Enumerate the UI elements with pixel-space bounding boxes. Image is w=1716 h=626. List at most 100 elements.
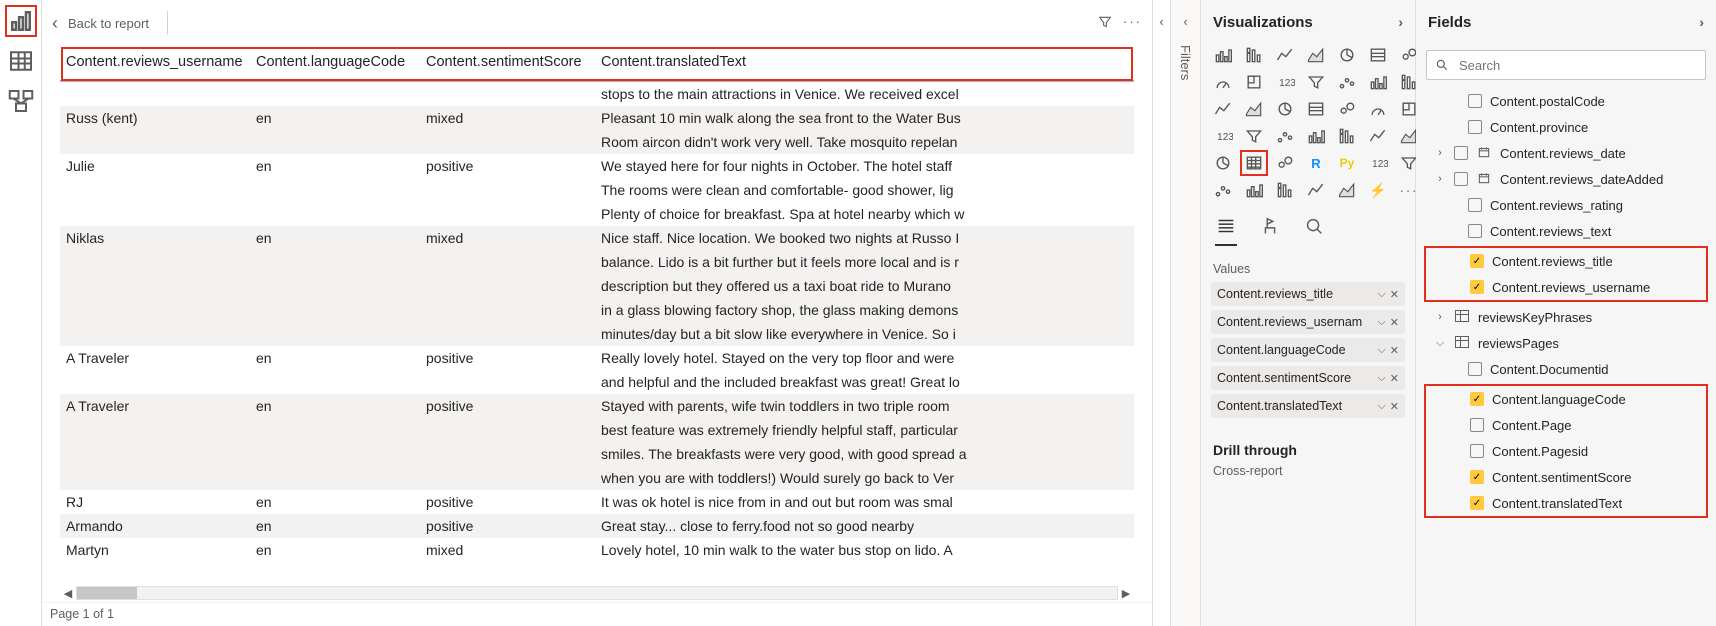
viz-type-icon[interactable] <box>1304 179 1328 201</box>
filter-icon[interactable] <box>1097 14 1113 33</box>
panel-collapse-handle[interactable]: ‹ <box>1153 0 1171 626</box>
viz-type-icon[interactable] <box>1273 125 1297 147</box>
remove-icon[interactable]: ✕ <box>1390 316 1399 329</box>
viz-type-icon[interactable] <box>1335 44 1359 66</box>
viz-type-icon[interactable]: R <box>1304 152 1328 174</box>
viz-type-icon[interactable] <box>1211 152 1235 174</box>
field-row[interactable]: ›reviewsKeyPhrases <box>1422 304 1710 330</box>
chevron-down-icon[interactable]: ⌵ <box>1377 400 1385 413</box>
field-checkbox[interactable]: ✓ <box>1470 496 1484 510</box>
remove-icon[interactable]: ✕ <box>1390 372 1399 385</box>
viz-type-icon[interactable] <box>1335 125 1359 147</box>
table-row[interactable]: in a glass blowing factory shop, the gla… <box>60 298 1134 322</box>
format-tab-icon[interactable] <box>1259 215 1281 246</box>
remove-icon[interactable]: ✕ <box>1390 344 1399 357</box>
remove-icon[interactable]: ✕ <box>1390 400 1399 413</box>
field-well-item[interactable]: Content.reviews_title⌵✕ <box>1211 282 1405 306</box>
viz-type-icon[interactable] <box>1335 98 1359 120</box>
field-well-item[interactable]: Content.translatedText⌵✕ <box>1211 394 1405 418</box>
field-checkbox[interactable] <box>1470 444 1484 458</box>
viz-type-icon[interactable] <box>1335 179 1359 201</box>
field-row[interactable]: ⌵reviewsPages <box>1422 330 1710 356</box>
field-checkbox[interactable] <box>1468 224 1482 238</box>
chevron-down-icon[interactable]: ⌵ <box>1377 316 1385 329</box>
viz-type-icon[interactable] <box>1211 44 1235 66</box>
table-row[interactable]: A TravelerenpositiveReally lovely hotel.… <box>60 346 1134 370</box>
table-row[interactable]: Room aircon didn't work very well. Take … <box>60 130 1134 154</box>
field-checkbox[interactable] <box>1454 146 1468 160</box>
table-row[interactable]: mRJenpositiveIt was ok hotel is nice fro… <box>60 490 1134 514</box>
filters-pane-collapsed[interactable]: ‹ Filters <box>1171 0 1201 626</box>
field-row[interactable]: ›Content.reviews_date <box>1422 140 1710 166</box>
field-well-item[interactable]: Content.sentimentScore⌵✕ <box>1211 366 1405 390</box>
field-checkbox[interactable]: ✓ <box>1470 254 1484 268</box>
viz-type-icon[interactable] <box>1366 98 1390 120</box>
report-view-button[interactable] <box>6 6 36 36</box>
col-header-sentiment[interactable]: Content.sentimentScore <box>426 54 601 70</box>
search-input[interactable] <box>1457 57 1697 74</box>
table-row[interactable]: JulieenpositiveWe stayed here for four n… <box>60 154 1134 178</box>
field-checkbox[interactable] <box>1470 418 1484 432</box>
fields-tab-icon[interactable] <box>1215 215 1237 246</box>
col-header-translated[interactable]: Content.translatedText <box>601 54 1128 70</box>
chevron-right-icon[interactable]: › <box>1699 14 1704 30</box>
viz-type-icon[interactable]: 123 <box>1366 152 1390 174</box>
viz-type-icon[interactable] <box>1304 125 1328 147</box>
viz-type-icon[interactable]: 123 <box>1273 71 1297 93</box>
viz-type-icon[interactable]: Py <box>1335 152 1359 174</box>
horizontal-scrollbar[interactable]: ◀ ▶ <box>60 584 1134 602</box>
field-row[interactable]: ✓Content.reviews_title <box>1424 248 1708 274</box>
viz-type-icon[interactable] <box>1211 179 1235 201</box>
back-to-report-button[interactable]: ‹ Back to report <box>52 13 149 34</box>
field-checkbox[interactable]: ✓ <box>1470 280 1484 294</box>
viz-type-icon[interactable] <box>1211 71 1235 93</box>
table-row[interactable]: smiles. The breakfasts were very good, w… <box>60 442 1134 466</box>
field-row[interactable]: ✓Content.sentimentScore <box>1424 464 1708 490</box>
field-checkbox[interactable]: ✓ <box>1470 392 1484 406</box>
table-row[interactable]: when you are with toddlers!) Would surel… <box>60 466 1134 490</box>
viz-type-icon[interactable] <box>1366 44 1390 66</box>
table-row[interactable]: Russ (kent)enmixedPleasant 10 min walk a… <box>60 106 1134 130</box>
viz-type-icon[interactable] <box>1335 71 1359 93</box>
viz-type-icon[interactable] <box>1273 98 1297 120</box>
field-row[interactable]: Content.postalCode <box>1422 88 1710 114</box>
viz-type-icon[interactable]: 123 <box>1211 125 1235 147</box>
viz-type-icon[interactable] <box>1273 152 1297 174</box>
table-row[interactable]: The rooms were clean and comfortable- go… <box>60 178 1134 202</box>
data-view-button[interactable] <box>6 46 36 76</box>
table-row[interactable]: stops to the main attractions in Venice.… <box>60 82 1134 106</box>
expand-icon[interactable]: ⌵ <box>1434 337 1446 350</box>
col-header-username[interactable]: Content.reviews_username <box>66 54 256 70</box>
viz-type-icon[interactable] <box>1242 44 1266 66</box>
expand-icon[interactable]: › <box>1434 311 1446 323</box>
viz-type-icon[interactable] <box>1242 71 1266 93</box>
chevron-down-icon[interactable]: ⌵ <box>1377 344 1385 357</box>
viz-type-icon[interactable] <box>1304 71 1328 93</box>
field-row[interactable]: ✓Content.translatedText <box>1424 490 1708 516</box>
table-row[interactable]: Plenty of choice for breakfast. Spa at h… <box>60 202 1134 226</box>
field-row[interactable]: Content.Pagesid <box>1424 438 1708 464</box>
table-row[interactable]: balance. Lido is a bit further but it fe… <box>60 250 1134 274</box>
expand-icon[interactable]: › <box>1434 147 1446 159</box>
table-row[interactable]: description but they offered us a taxi b… <box>60 274 1134 298</box>
viz-type-icon[interactable] <box>1304 98 1328 120</box>
field-checkbox[interactable] <box>1468 198 1482 212</box>
viz-type-icon[interactable] <box>1366 125 1390 147</box>
table-row[interactable]: and helpful and the included breakfast w… <box>60 370 1134 394</box>
viz-type-icon[interactable] <box>1242 152 1266 174</box>
viz-type-icon[interactable] <box>1211 98 1235 120</box>
remove-icon[interactable]: ✕ <box>1390 288 1399 301</box>
field-row[interactable]: Content.Documentid <box>1422 356 1710 382</box>
field-row[interactable]: ✓Content.languageCode <box>1424 386 1708 412</box>
field-checkbox[interactable] <box>1468 94 1482 108</box>
table-row[interactable]: MartynenmixedLovely hotel, 10 min walk t… <box>60 538 1134 562</box>
viz-type-icon[interactable] <box>1242 125 1266 147</box>
table-row[interactable]: ArmandoenpositiveGreat stay... close to … <box>60 514 1134 538</box>
chevron-down-icon[interactable]: ⌵ <box>1377 288 1385 301</box>
field-well-item[interactable]: Content.reviews_usernam⌵✕ <box>1211 310 1405 334</box>
field-row[interactable]: ✓Content.reviews_username <box>1424 274 1708 300</box>
viz-type-icon[interactable] <box>1273 179 1297 201</box>
field-checkbox[interactable] <box>1468 362 1482 376</box>
field-row[interactable]: Content.reviews_text <box>1422 218 1710 244</box>
fields-search-box[interactable] <box>1426 50 1706 80</box>
